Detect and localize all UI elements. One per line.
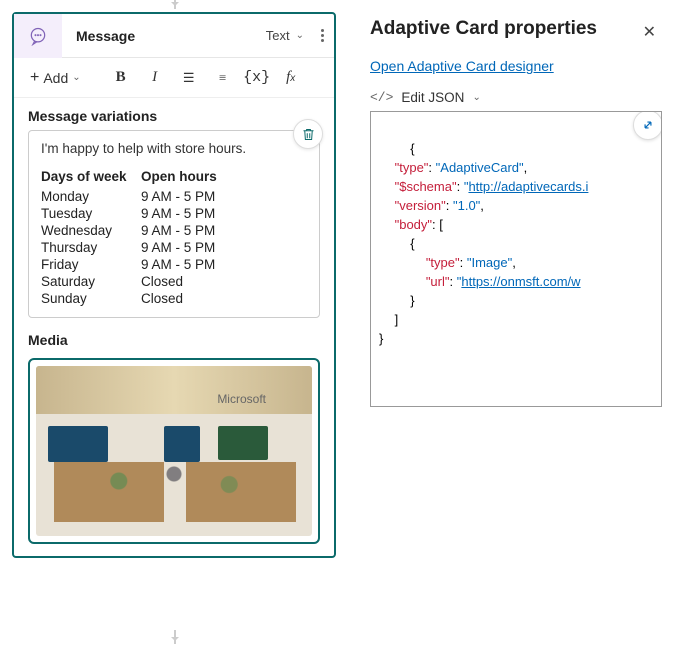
chevron-down-icon: ⌄ <box>472 92 480 103</box>
card-header: Message Text ⌄ <box>14 14 334 58</box>
table-row: Saturday <box>41 273 141 290</box>
card-title: Message <box>62 28 266 44</box>
type-dropdown[interactable]: Text ⌄ <box>266 28 310 43</box>
variation-intro: I'm happy to help with store hours. <box>41 141 307 156</box>
edit-json-toggle[interactable]: </> Edit JSON ⌄ <box>370 90 662 105</box>
number-list-button[interactable]: ≡ <box>209 73 237 83</box>
message-node[interactable]: Message Text ⌄ + Add ⌄ B I ☰ ≡ {x} fx Me… <box>12 12 336 558</box>
italic-button[interactable]: I <box>141 69 169 86</box>
code-icon: </> <box>370 90 393 105</box>
image-text: Microsoft <box>217 392 266 406</box>
table-row: Closed <box>141 273 307 290</box>
toolbar: + Add ⌄ B I ☰ ≡ {x} fx <box>14 58 334 98</box>
bold-button[interactable]: B <box>107 69 135 86</box>
variations-heading: Message variations <box>28 108 320 124</box>
col-days-header: Days of week <box>41 168 141 188</box>
add-button[interactable]: + Add ⌄ <box>24 65 87 91</box>
variation-card[interactable]: I'm happy to help with store hours. Days… <box>28 130 320 318</box>
formula-button[interactable]: fx <box>277 69 305 86</box>
table-row: Closed <box>141 290 307 307</box>
hours-table: Days of week Open hours Monday9 AM - 5 P… <box>41 168 307 307</box>
table-row: Friday <box>41 256 141 273</box>
table-row: Tuesday <box>41 205 141 222</box>
table-row: Sunday <box>41 290 141 307</box>
media-heading: Media <box>28 332 320 348</box>
bullet-list-button[interactable]: ☰ <box>175 73 203 83</box>
more-menu[interactable] <box>310 29 334 42</box>
table-row: 9 AM - 5 PM <box>141 205 307 222</box>
flow-connector-top <box>174 0 176 9</box>
table-row: Thursday <box>41 239 141 256</box>
json-editor[interactable]: { "type": "AdaptiveCard", "$schema": "ht… <box>370 111 662 407</box>
table-row: 9 AM - 5 PM <box>141 239 307 256</box>
table-row: Monday <box>41 188 141 205</box>
col-hours-header: Open hours <box>141 168 307 188</box>
delete-button[interactable] <box>293 119 323 149</box>
table-row: 9 AM - 5 PM <box>141 256 307 273</box>
properties-panel: Adaptive Card properties ✕ Open Adaptive… <box>348 0 676 629</box>
message-icon <box>14 14 62 58</box>
table-row: Wednesday <box>41 222 141 239</box>
variable-button[interactable]: {x} <box>243 69 271 86</box>
designer-link[interactable]: Open Adaptive Card designer <box>370 58 554 74</box>
table-row: 9 AM - 5 PM <box>141 222 307 239</box>
chevron-down-icon: ⌄ <box>296 30 304 41</box>
media-card[interactable]: Microsoft <box>28 358 320 544</box>
media-image: Microsoft <box>36 366 312 536</box>
close-button[interactable]: ✕ <box>643 22 656 42</box>
expand-button[interactable] <box>633 111 662 140</box>
plus-icon: + <box>30 69 39 87</box>
panel-title: Adaptive Card properties <box>370 18 662 40</box>
table-row: 9 AM - 5 PM <box>141 188 307 205</box>
chevron-down-icon: ⌄ <box>72 72 80 83</box>
flow-connector-bottom <box>174 630 176 644</box>
